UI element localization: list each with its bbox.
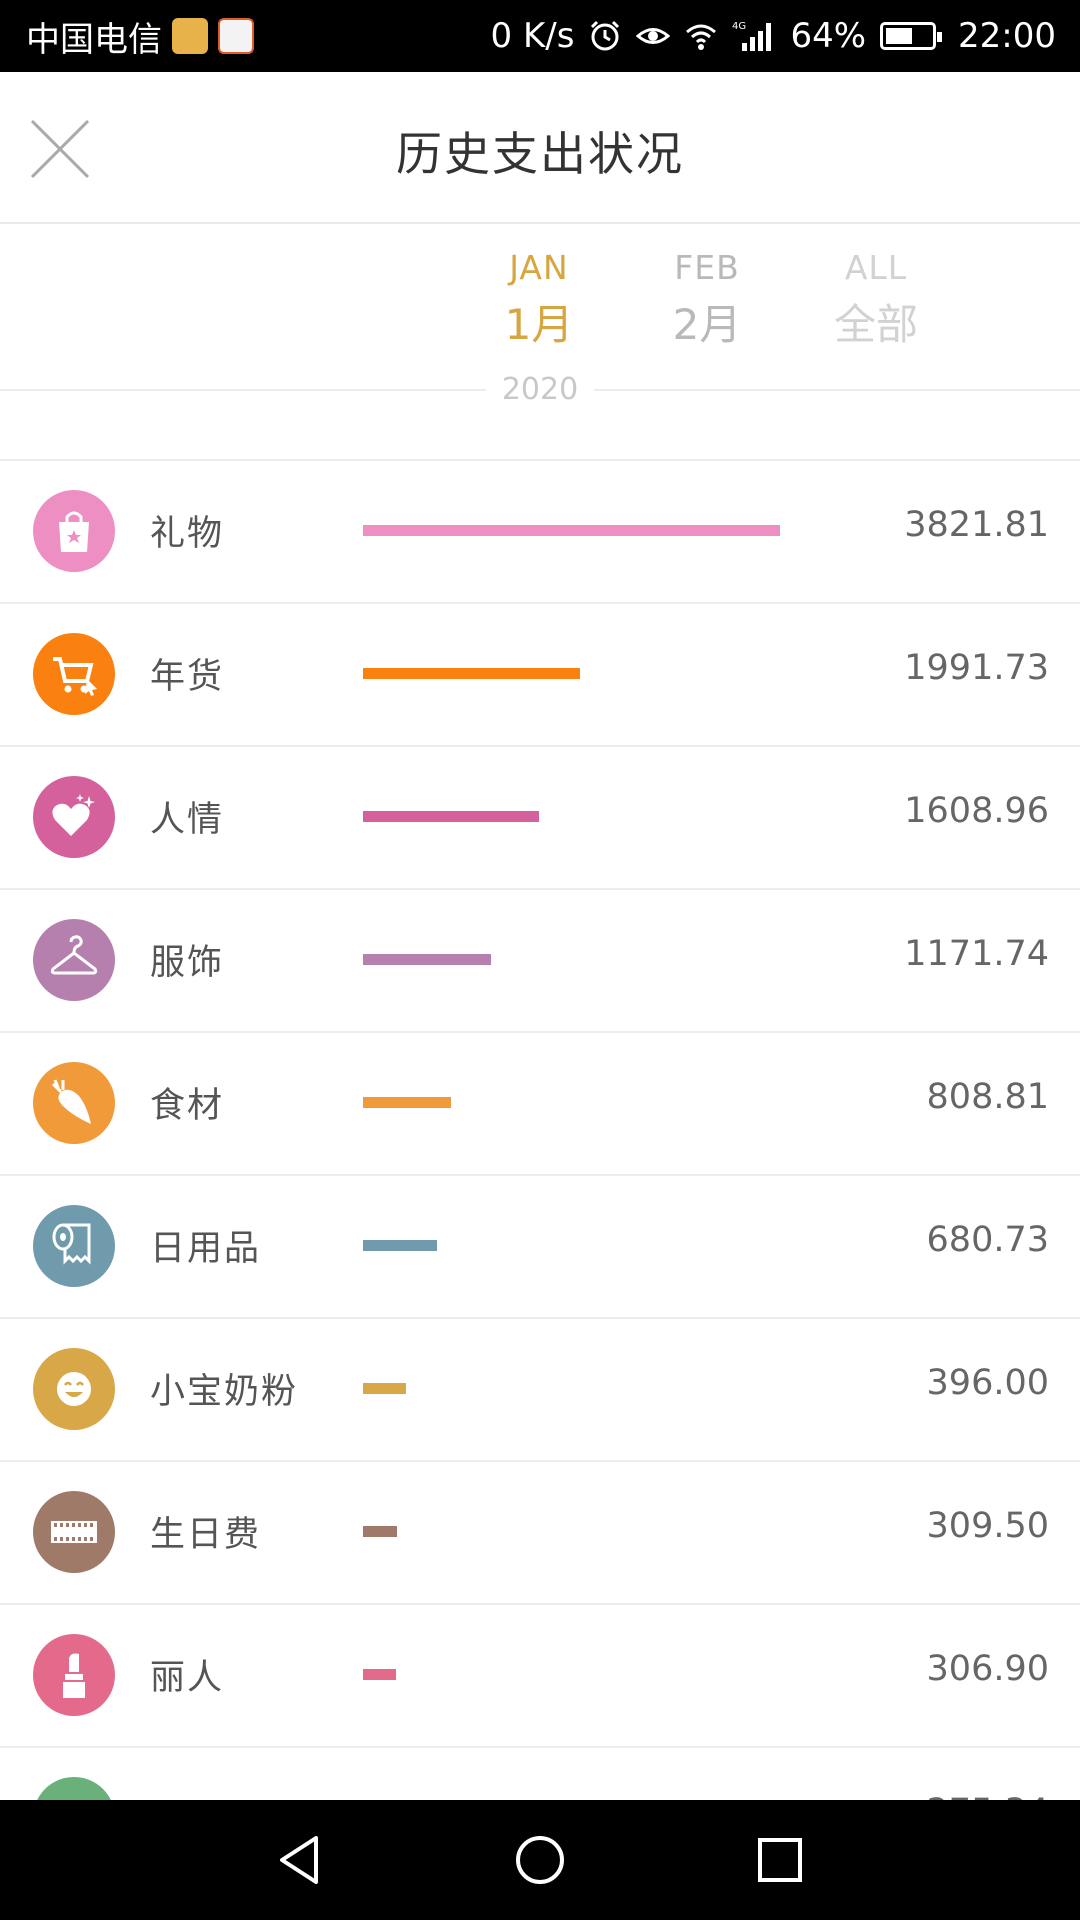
alarm-icon [591, 20, 620, 51]
amount-bar [363, 525, 780, 536]
graduation-cap-icon [33, 1777, 115, 1800]
amount-bar [363, 1383, 406, 1394]
lipstick-icon [33, 1634, 115, 1716]
list-item[interactable]: 生日费 309.50 [0, 1462, 1080, 1605]
page-title: 历史支出状况 [396, 127, 684, 181]
battery-percent: 64% [790, 16, 867, 56]
category-name: 年货 [150, 657, 225, 697]
carrot-icon [33, 1062, 115, 1144]
list-item[interactable]: 小宝奶粉 396.00 [0, 1319, 1080, 1462]
list-item[interactable]: 年货 1991.73 [0, 604, 1080, 747]
category-name: 学习 [150, 1792, 224, 1800]
header: 历史支出状况 [0, 72, 1080, 224]
carrier-label: 中国电信 [26, 19, 162, 60]
baidu-notification-icon [218, 18, 254, 54]
tab-all-en: ALL [844, 248, 908, 287]
system-nav-bar [0, 1800, 1080, 1920]
tab-all-cn: 全部 [833, 300, 918, 349]
heart-sparkle-icon [33, 776, 115, 858]
home-icon[interactable] [510, 1830, 570, 1890]
recents-icon[interactable] [750, 1830, 810, 1890]
tab-jan-cn: 1月 [504, 300, 574, 349]
svg-text:4G: 4G [732, 21, 746, 32]
film-strip-icon [33, 1491, 115, 1573]
category-name: 生日费 [150, 1515, 262, 1555]
category-amount: 275.34 [927, 1792, 1049, 1800]
tab-feb-en: FEB [674, 248, 740, 287]
amount-bar [363, 811, 539, 822]
category-amount: 1991.73 [904, 648, 1049, 688]
list-item[interactable]: 日用品 680.73 [0, 1176, 1080, 1319]
wifi-icon [686, 24, 717, 50]
category-name: 服饰 [150, 943, 225, 983]
year-label: 2020 [486, 372, 594, 407]
amount-bar [363, 1097, 451, 1108]
baby-face-icon [33, 1348, 115, 1430]
category-amount: 808.81 [926, 1077, 1049, 1117]
category-amount: 309.50 [926, 1506, 1049, 1546]
category-amount: 1171.74 [904, 934, 1049, 974]
tab-feb-cn: 2月 [672, 300, 742, 349]
tab-jan[interactable]: JAN 1月 [459, 248, 619, 352]
toilet-paper-icon [33, 1205, 115, 1287]
amount-bar [363, 1240, 437, 1251]
gift-bag-icon [33, 490, 115, 572]
category-name: 食材 [150, 1086, 225, 1126]
shopping-cart-icon [33, 633, 115, 715]
list-item[interactable]: 学习 275.34 [0, 1748, 1080, 1800]
app-notification-icon [172, 18, 208, 54]
network-speed: 0 K/s [490, 16, 575, 56]
tab-all[interactable]: ALL 全部 [796, 248, 956, 352]
status-bar: 中国电信 0 K/s 4G 64% 22:00 [0, 0, 1080, 72]
amount-bar [363, 1526, 397, 1537]
category-name: 日用品 [150, 1229, 262, 1269]
category-amount: 1608.96 [904, 791, 1049, 831]
clock: 22:00 [958, 16, 1056, 56]
tab-feb[interactable]: FEB 2月 [627, 248, 787, 352]
category-name: 丽人 [150, 1658, 225, 1698]
category-name: 人情 [150, 800, 225, 840]
category-amount: 3821.81 [904, 505, 1049, 545]
battery-icon [880, 22, 943, 50]
list-item[interactable]: 丽人 306.90 [0, 1605, 1080, 1748]
list-item[interactable]: 食材 808.81 [0, 1033, 1080, 1176]
category-amount: 396.00 [926, 1363, 1049, 1403]
month-tabs: JAN 1月 FEB 2月 ALL 全部 [0, 224, 1080, 460]
tab-jan-en: JAN [509, 248, 569, 287]
signal-4g-icon: 4G [732, 21, 772, 51]
list-item[interactable]: 礼物 3821.81 [0, 461, 1080, 604]
category-amount: 306.90 [926, 1649, 1049, 1689]
amount-bar [363, 668, 580, 679]
hanger-icon [33, 919, 115, 1001]
amount-bar [363, 954, 491, 965]
back-icon[interactable] [270, 1830, 330, 1890]
category-name: 小宝奶粉 [150, 1372, 299, 1412]
category-list: 礼物 3821.81 年货 1991.73 人情 1608.96 服饰 1171… [0, 461, 1080, 1800]
list-item[interactable]: 人情 1608.96 [0, 747, 1080, 890]
eye-comfort-icon [636, 28, 671, 44]
list-item[interactable]: 服饰 1171.74 [0, 890, 1080, 1033]
category-amount: 680.73 [926, 1220, 1049, 1260]
category-name: 礼物 [150, 514, 225, 554]
amount-bar [363, 1669, 396, 1680]
